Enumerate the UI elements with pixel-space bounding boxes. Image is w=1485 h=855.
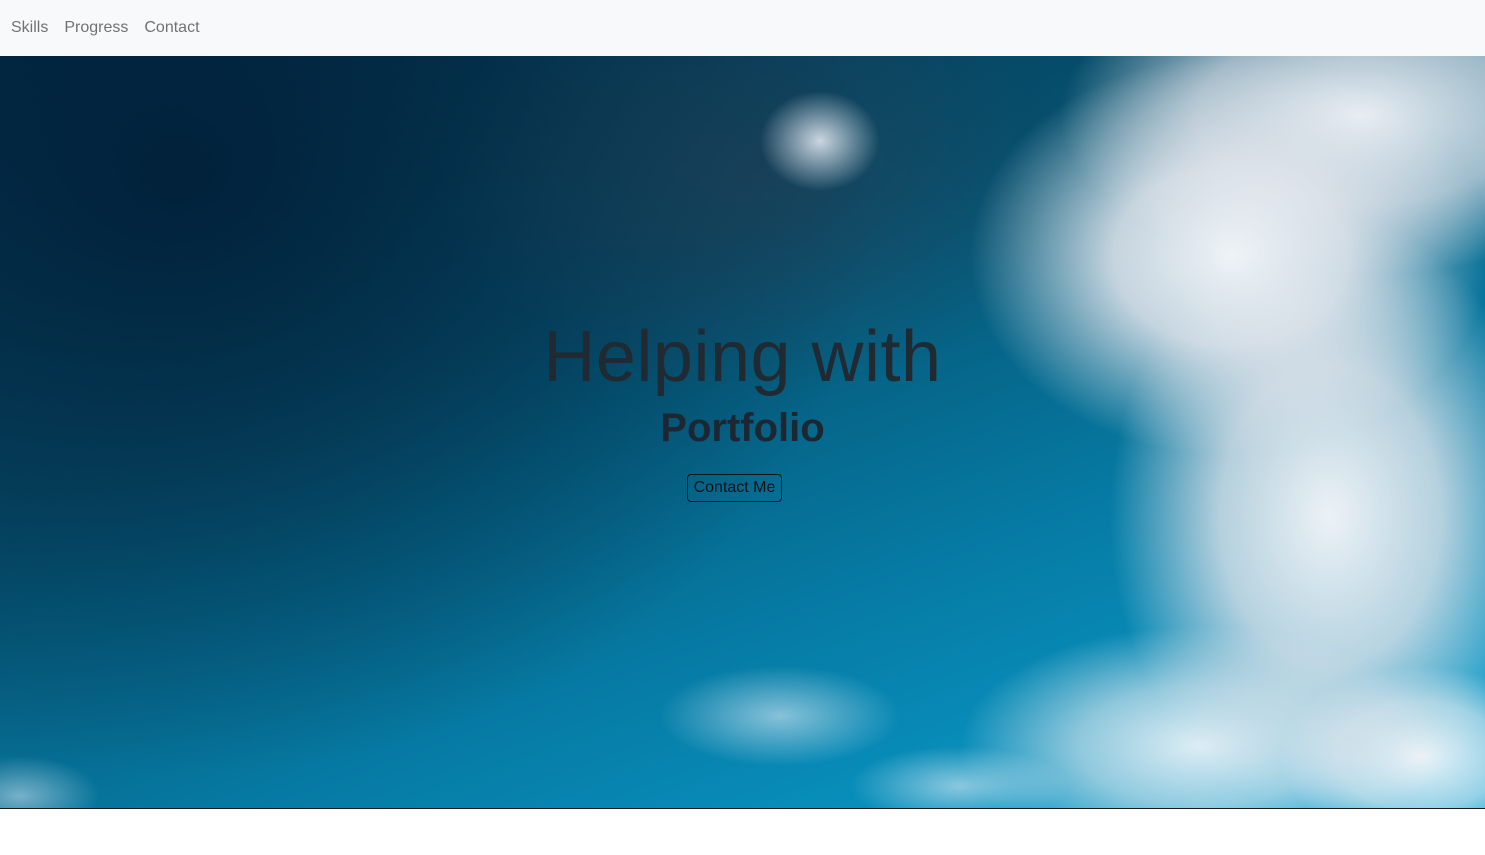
hero-section: Helping with Portfolio Contact Me [0, 56, 1485, 809]
nav-link-progress[interactable]: Progress [56, 8, 136, 48]
nav-link-contact[interactable]: Contact [136, 8, 207, 48]
nav-link-skills[interactable]: Skills [3, 8, 56, 48]
contact-me-button[interactable]: Contact Me [687, 474, 782, 502]
hero-subtitle: Portfolio [660, 406, 825, 450]
hero-content: Helping with Portfolio Contact Me [0, 56, 1485, 808]
hero-title: Helping with [543, 317, 942, 397]
top-navbar: Skills Progress Contact [0, 0, 1485, 56]
